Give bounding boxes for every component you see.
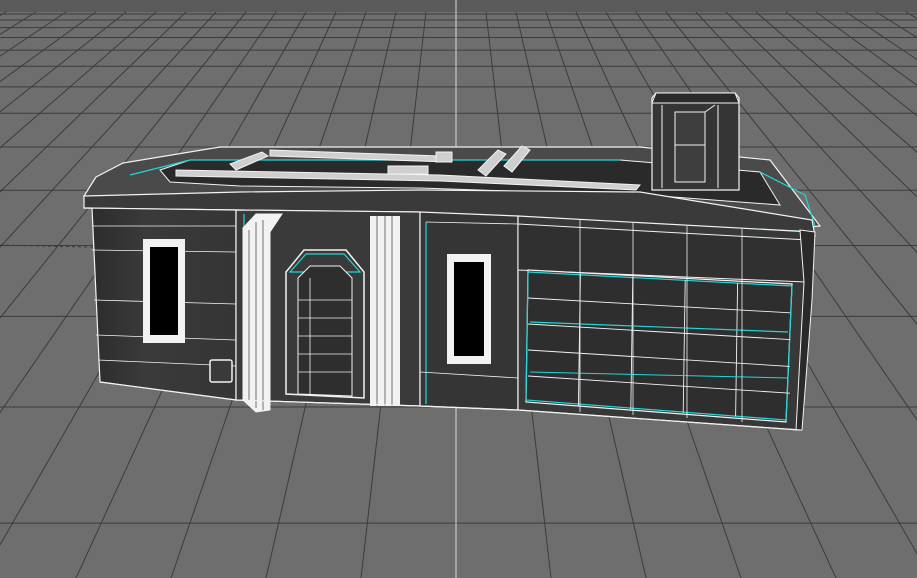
- wall-vent[interactable]: [209, 359, 233, 383]
- 3d-viewport[interactable]: [0, 0, 917, 578]
- garage-door[interactable]: [525, 269, 793, 423]
- right-window-glass: [454, 262, 484, 356]
- viewport-canvas[interactable]: [0, 0, 917, 578]
- front-door[interactable]: [297, 265, 353, 397]
- left-window-glass: [150, 247, 178, 335]
- viewport-top-band: [0, 0, 917, 12]
- rooftop-unit[interactable]: [651, 92, 740, 191]
